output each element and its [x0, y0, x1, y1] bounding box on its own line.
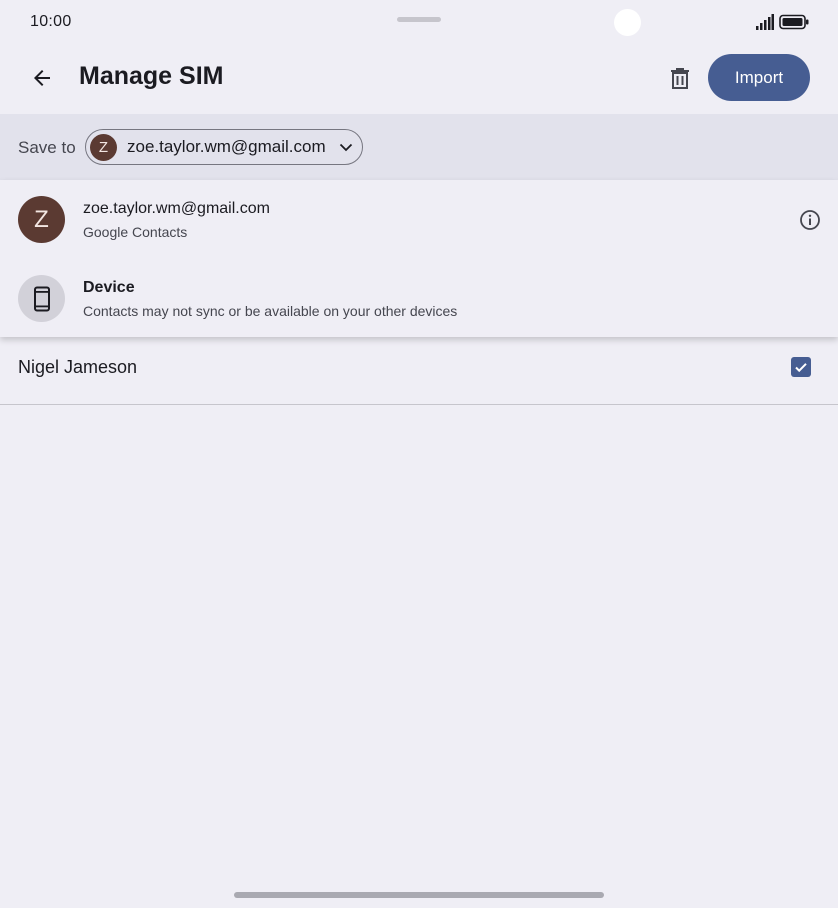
phone-icon — [33, 286, 50, 311]
menu-item-subtitle: Google Contacts — [83, 224, 188, 240]
menu-item-device[interactable]: Device Contacts may not sync or be avail… — [0, 259, 838, 337]
avatar: Z — [90, 133, 117, 161]
gesture-navigation-bar[interactable] — [234, 892, 604, 898]
delete-button[interactable] — [660, 58, 700, 98]
notch-pill — [397, 17, 441, 22]
camera-cutout — [614, 9, 641, 36]
back-button[interactable] — [22, 58, 62, 98]
status-bar: 10:00 — [0, 0, 838, 44]
menu-item-subtitle: Contacts may not sync or be available on… — [83, 303, 458, 319]
contact-name: Nigel Jameson — [18, 357, 138, 377]
status-time: 10:00 — [30, 13, 72, 30]
menu-item-title: zoe.taylor.wm@gmail.com — [83, 200, 270, 217]
arrow-back-icon — [34, 70, 50, 86]
signal-icon — [756, 14, 774, 30]
account-selector-chip[interactable]: Z zoe.taylor.wm@gmail.com — [85, 129, 363, 165]
import-button[interactable]: Import — [708, 54, 810, 101]
menu-item-google-account[interactable]: Z zoe.taylor.wm@gmail.com Google Contact… — [0, 180, 838, 258]
account-dropdown-menu: Z zoe.taylor.wm@gmail.com Google Contact… — [0, 180, 838, 337]
selected-account-email: zoe.taylor.wm@gmail.com — [127, 137, 326, 156]
battery-icon — [779, 14, 809, 30]
save-to-bar: Save to Z zoe.taylor.wm@gmail.com — [0, 114, 838, 180]
app-bar: Manage SIM Import — [0, 44, 838, 114]
page-title: Manage SIM — [79, 62, 224, 90]
checkmark-icon — [795, 363, 807, 373]
info-icon[interactable] — [798, 208, 822, 232]
contact-row[interactable]: Nigel Jameson — [0, 337, 838, 405]
avatar: Z — [18, 196, 65, 243]
save-to-label: Save to — [18, 138, 76, 157]
trash-icon — [671, 68, 689, 89]
menu-item-title: Device — [83, 279, 135, 296]
chevron-down-icon — [339, 143, 352, 152]
device-avatar — [18, 275, 65, 322]
contact-checkbox[interactable] — [791, 357, 811, 377]
